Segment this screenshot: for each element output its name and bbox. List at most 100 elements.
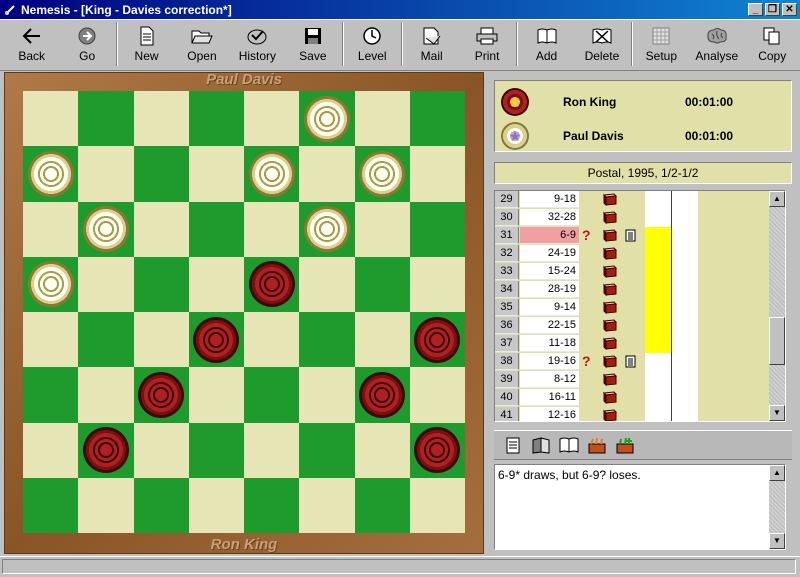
light-square[interactable] [188,477,244,533]
light-square[interactable] [299,367,355,423]
move-row[interactable]: 30 32-28 [495,209,785,227]
move-text[interactable]: 11-18 [520,335,579,352]
restore-button[interactable]: ❐ [765,3,780,16]
red-checker-piece[interactable] [359,371,406,418]
dark-square[interactable] [244,146,300,202]
dark-square[interactable] [78,91,134,147]
dark-square[interactable] [23,256,79,312]
level-button[interactable]: Level [345,19,400,67]
print-button[interactable]: Print [459,19,514,67]
move-text[interactable]: 9-14 [520,299,579,316]
dark-square[interactable] [23,477,79,533]
dark-square[interactable] [133,477,189,533]
scroll-up-button[interactable]: ▲ [769,191,785,207]
light-square[interactable] [299,477,355,533]
move-text[interactable]: 6-9 [520,227,579,244]
dark-square[interactable] [23,367,79,423]
light-square[interactable] [133,422,189,478]
move-list-scrollbar[interactable]: ▲ ▼ [769,191,785,421]
open-book-icon[interactable] [530,434,552,456]
white-checker-piece[interactable] [27,150,74,197]
dark-square[interactable] [299,312,355,368]
comment-box[interactable]: 6-9* draws, but 6-9? loses. ▲ ▼ [494,464,786,550]
move-row[interactable]: 41 12-16 [495,407,785,421]
notes-icon[interactable] [502,434,524,456]
dark-square[interactable] [409,422,465,478]
dark-square[interactable] [23,146,79,202]
book-icon[interactable] [602,211,618,225]
white-checker-piece[interactable] [82,206,129,253]
light-square[interactable] [23,91,79,147]
light-square[interactable] [188,146,244,202]
light-square[interactable] [244,201,300,257]
add-button[interactable]: Add [519,19,574,67]
dark-square[interactable] [244,367,300,423]
dark-square[interactable] [244,256,300,312]
book-icon[interactable] [602,283,618,297]
light-square[interactable] [244,91,300,147]
light-square[interactable] [78,367,134,423]
light-square[interactable] [354,312,410,368]
dark-square[interactable] [409,201,465,257]
move-text[interactable]: 8-12 [520,371,579,388]
dark-square[interactable] [299,91,355,147]
dark-square[interactable] [78,312,134,368]
move-text[interactable]: 15-24 [520,263,579,280]
dark-square[interactable] [133,256,189,312]
dark-square[interactable] [78,422,134,478]
library-icon[interactable] [586,434,608,456]
move-text[interactable]: 22-15 [520,317,579,334]
dark-square[interactable] [133,146,189,202]
white-checker-piece[interactable] [303,95,350,142]
light-square[interactable] [354,91,410,147]
light-square[interactable] [299,146,355,202]
light-square[interactable] [409,367,465,423]
dark-square[interactable] [188,201,244,257]
checkers-board[interactable] [23,91,465,533]
copy-button[interactable]: Copy [744,19,799,67]
move-row[interactable]: 39 8-12 [495,371,785,389]
dark-square[interactable] [409,91,465,147]
dark-square[interactable] [133,367,189,423]
move-row[interactable]: 34 28-19 [495,281,785,299]
light-square[interactable] [354,201,410,257]
scroll-thumb[interactable] [769,317,785,365]
book-icon[interactable] [602,301,618,315]
move-text[interactable]: 32-28 [520,209,579,226]
library-add-icon[interactable] [614,434,636,456]
white-checker-piece[interactable] [248,150,295,197]
book-icon[interactable] [602,247,618,261]
move-text[interactable]: 24-19 [520,245,579,262]
book-icon[interactable] [558,434,580,456]
light-square[interactable] [188,367,244,423]
white-checker-piece[interactable] [303,206,350,253]
move-row[interactable]: 29 9-18 [495,191,785,209]
dark-square[interactable] [188,91,244,147]
light-square[interactable] [409,146,465,202]
red-checker-piece[interactable] [193,316,240,363]
scroll-down-button[interactable]: ▼ [769,533,785,549]
comment-scrollbar[interactable]: ▲ ▼ [769,465,785,549]
light-square[interactable] [133,312,189,368]
white-checker-piece[interactable] [359,150,406,197]
move-row[interactable]: 31 6-9? [495,227,785,245]
book-icon[interactable] [602,391,618,405]
scroll-up-button[interactable]: ▲ [769,465,785,481]
light-square[interactable] [244,312,300,368]
red-checker-piece[interactable] [82,427,129,474]
light-square[interactable] [299,256,355,312]
move-row[interactable]: 33 15-24 [495,263,785,281]
red-checker-piece[interactable] [414,427,461,474]
move-row[interactable]: 36 22-15 [495,317,785,335]
move-row[interactable]: 40 16-11 [495,389,785,407]
light-square[interactable] [78,256,134,312]
new-button[interactable]: New [119,19,174,67]
red-checker-piece[interactable] [248,261,295,308]
back-button[interactable]: Back [4,19,59,67]
red-checker-piece[interactable] [414,316,461,363]
white-checker-piece[interactable] [27,261,74,308]
move-list[interactable]: 29 9-18 30 32-28 31 6-9? 32 24-19 33 15-24 34 28-19… [494,190,786,422]
light-square[interactable] [23,422,79,478]
dark-square[interactable] [188,312,244,368]
book-icon[interactable] [602,373,618,387]
